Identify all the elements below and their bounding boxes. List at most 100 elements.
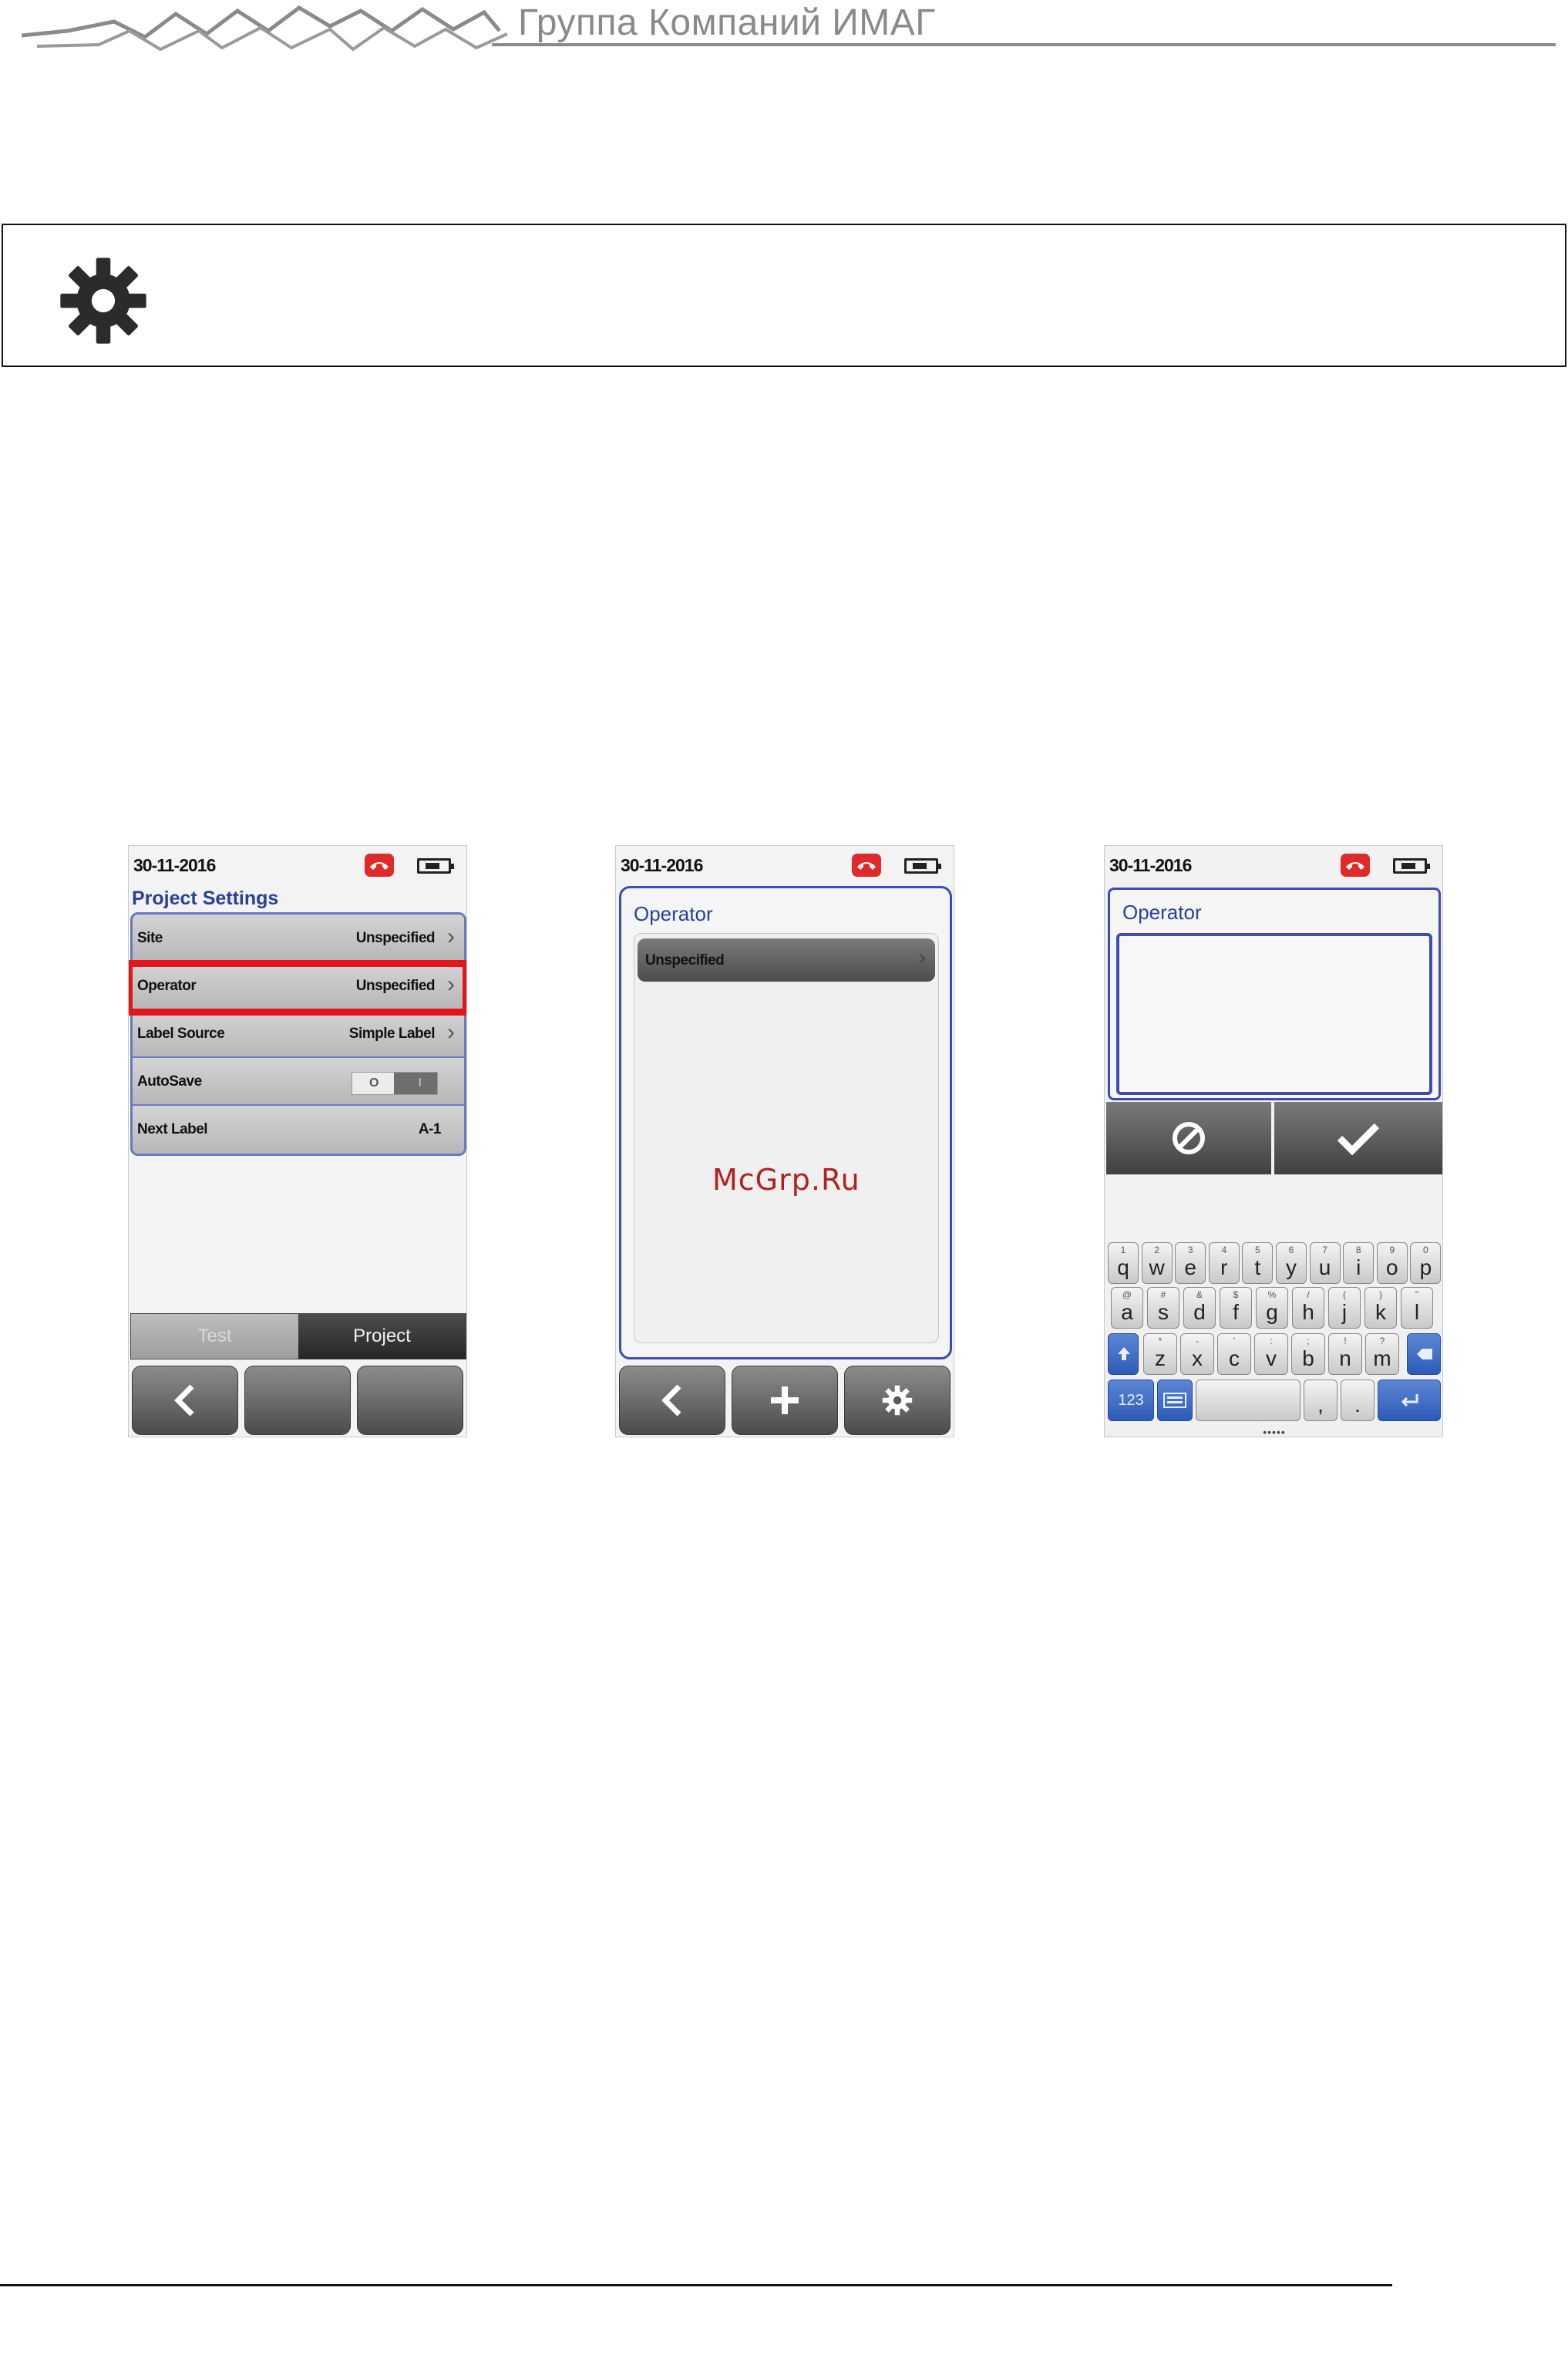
key-alt-char: ; [1307, 1336, 1310, 1346]
list-item[interactable]: Unspecified › [638, 938, 935, 982]
status-bar: 30-11-2016 [129, 846, 466, 877]
chevron-right-icon: › [918, 945, 926, 970]
operator-list: Unspecified › [634, 933, 939, 1343]
setting-row-autosave: AutoSave O I [133, 1058, 464, 1106]
operator-text-input[interactable] [1116, 933, 1432, 1095]
key-char: u [1318, 1255, 1331, 1279]
tab-test[interactable]: Test [131, 1314, 298, 1359]
keyboard-icon [1163, 1393, 1186, 1408]
key-n[interactable]: ! n [1328, 1333, 1362, 1375]
key-s[interactable]: # s [1147, 1287, 1179, 1329]
empty-nav-button[interactable] [244, 1366, 351, 1435]
key-123[interactable]: 123 [1108, 1380, 1154, 1421]
on-screen-keyboard: 1q2w3e4r5t6y7u8i9o0p @ a # s & d $ f% g / h(j) k " l … [1105, 1241, 1442, 1437]
setting-row-site[interactable]: Site Unspecified › [133, 915, 464, 962]
key-p[interactable]: 0p [1410, 1242, 1442, 1284]
period-key[interactable]: . [1341, 1380, 1375, 1421]
key-x[interactable]: -x [1180, 1333, 1214, 1375]
key-alt-char: * [1158, 1336, 1163, 1346]
watermark-text: McGrp.Ru [712, 1163, 860, 1197]
autosave-toggle[interactable]: O I [352, 1072, 438, 1095]
key-c[interactable]: ' c [1217, 1333, 1251, 1375]
key-alt-char: ! [1344, 1336, 1347, 1346]
key-alt-char: ( [1343, 1289, 1346, 1300]
chevron-right-icon: › [447, 924, 455, 949]
chevron-right-icon: › [447, 1019, 455, 1045]
cancel-button[interactable] [1106, 1102, 1271, 1174]
status-bar: 30-11-2016 [616, 846, 954, 877]
key-o[interactable]: 9o [1376, 1242, 1408, 1284]
gear-icon [882, 1385, 913, 1416]
key-r[interactable]: 4r [1208, 1242, 1240, 1284]
empty-nav-button[interactable] [357, 1366, 463, 1435]
tab-project[interactable]: Project [298, 1314, 466, 1359]
key-t[interactable]: 5t [1242, 1242, 1274, 1284]
key-char: d [1193, 1300, 1206, 1324]
comma-key[interactable]: , [1304, 1380, 1338, 1421]
mode-tabs: Test Project [130, 1313, 466, 1359]
key-a[interactable]: @ a [1111, 1287, 1143, 1329]
phone-hangup-icon [852, 854, 881, 877]
key-alt-char: % [1267, 1289, 1277, 1300]
shift-arrow-icon [1118, 1347, 1130, 1360]
key-char: h [1302, 1300, 1314, 1324]
key-alt-char: 0 [1423, 1245, 1428, 1255]
back-button[interactable] [132, 1366, 238, 1435]
key-z[interactable]: * z [1143, 1333, 1177, 1375]
shift-key[interactable] [1108, 1333, 1139, 1375]
key-h[interactable]: / h [1292, 1287, 1324, 1329]
settings-note-box [2, 224, 1566, 367]
key-char: l [1414, 1300, 1420, 1324]
key-char: i [1356, 1255, 1361, 1279]
add-button[interactable] [732, 1366, 838, 1435]
key-f[interactable]: $ f [1220, 1287, 1252, 1329]
back-button[interactable] [619, 1366, 725, 1435]
page-header: Группа Компаний ИМАГ [0, 0, 1568, 62]
key-m[interactable]: ? m [1365, 1333, 1399, 1375]
key-alt-char: 2 [1154, 1245, 1159, 1255]
enter-key[interactable] [1378, 1380, 1441, 1421]
key-v[interactable]: :v [1254, 1333, 1288, 1375]
operator-edit-screen: 30-11-2016 Operator 1q2w3e4r5t6y7u8i9o0p… [1104, 845, 1443, 1437]
chevron-left-icon [174, 1384, 194, 1417]
keyboard-page-indicator: ••••• [1263, 1426, 1286, 1437]
key-char: q [1117, 1255, 1129, 1279]
key-w[interactable]: 2w [1141, 1242, 1173, 1284]
key-alt-char: 6 [1288, 1245, 1294, 1255]
operator-list-screen: 30-11-2016 Operator Unspecified › [615, 845, 954, 1437]
keyboard-switch-key[interactable] [1157, 1380, 1193, 1421]
settings-button[interactable] [844, 1366, 951, 1435]
cancel-icon [1173, 1122, 1205, 1154]
phone-hangup-icon [365, 854, 394, 877]
key-l[interactable]: " l [1401, 1287, 1433, 1329]
key-char: a [1121, 1300, 1133, 1324]
backspace-key[interactable] [1407, 1333, 1441, 1375]
key-u[interactable]: 7u [1309, 1242, 1341, 1284]
key-alt-char: ) [1379, 1289, 1382, 1300]
key-alt-char: 1 [1120, 1245, 1126, 1255]
status-date: 30-11-2016 [133, 855, 216, 875]
key-char: g [1266, 1300, 1278, 1324]
key-i[interactable]: 8i [1343, 1242, 1375, 1284]
key-k[interactable]: ) k [1364, 1287, 1397, 1329]
plus-icon [771, 1386, 799, 1414]
key-d[interactable]: & d [1183, 1287, 1216, 1329]
toggle-off-label: O [369, 1076, 379, 1090]
settings-list: Site Unspecified › Operator Unspecified … [130, 912, 466, 1156]
key-y[interactable]: 6y [1276, 1242, 1307, 1284]
key-q[interactable]: 1q [1108, 1242, 1139, 1284]
key-alt-char: ? [1379, 1336, 1385, 1346]
bottom-nav [616, 1359, 954, 1437]
setting-row-next-label[interactable]: Next Label A-1 [133, 1106, 464, 1154]
confirm-button[interactable] [1274, 1102, 1442, 1174]
key-g[interactable]: % g [1256, 1287, 1288, 1329]
checkmark-icon [1337, 1123, 1380, 1155]
space-key[interactable] [1196, 1380, 1300, 1421]
gear-icon [60, 258, 146, 344]
key-b[interactable]: ; b [1291, 1333, 1325, 1375]
setting-row-label-source[interactable]: Label Source Simple Label › [133, 1010, 464, 1058]
key-j[interactable]: (j [1328, 1287, 1361, 1329]
key-alt-char: & [1196, 1289, 1203, 1300]
panel-title: Operator [1122, 901, 1202, 924]
key-e[interactable]: 3e [1175, 1242, 1206, 1284]
